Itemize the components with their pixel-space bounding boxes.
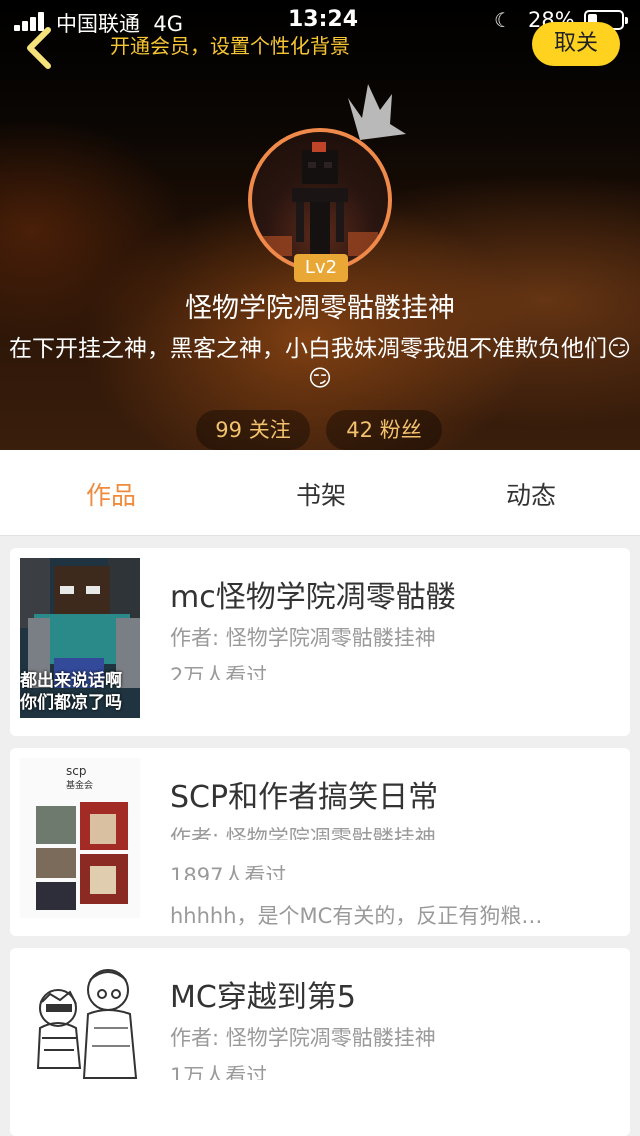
do-not-disturb-icon: ☾ [494,8,512,32]
bio: 在下开挂之神，黑客之神，小白我妹凋零我姐不准欺负他们😏😏 [9,336,631,392]
work-views: 1897人看过 [170,864,287,880]
work-title: SCP和作者搞笑日常 [170,780,439,815]
work-card[interactable]: MC穿越到第5 作者: 怪物学院凋零骷髅挂神 1万人看过 [10,948,630,1136]
tab-bar: 作品 书架 动态 [0,450,640,536]
crown-icon [348,84,406,140]
cover-caption-line: scp [66,764,87,778]
work-title: MC穿越到第5 [170,980,356,1015]
work-views: 2万人看过 [170,664,268,680]
work-card[interactable]: 都出来说话啊 你们都凉了吗 mc怪物学院凋零骷髅 作者: 怪物学院凋零骷髅挂神 … [10,548,630,736]
status-time: 13:24 [288,7,359,32]
level-badge: Lv2 [294,254,348,282]
tab-bookshelf[interactable]: 书架 [296,476,346,512]
tab-activity[interactable]: 动态 [506,476,556,512]
avatar-image [262,142,378,268]
work-author: 作者: 怪物学院凋零骷髅挂神 [170,826,436,840]
work-author: 作者: 怪物学院凋零骷髅挂神 [170,1026,436,1050]
work-card[interactable]: scp 基金会 SCP和作者搞笑日常 作者: 怪物学院凋零骷髅挂神 1897人看… [10,748,630,936]
profile-header: 中国联通 4G 13:24 ☾ 28% 开通会员，设置个性化背景 取关 Lv2 … [0,0,640,450]
followers-count[interactable]: 42 粉丝 [326,410,442,450]
work-cover-image [20,958,140,1118]
vip-banner-link[interactable]: 开通会员，设置个性化背景 [110,30,350,59]
work-cover-image: 都出来说话啊 你们都凉了吗 [20,558,140,718]
work-author: 作者: 怪物学院凋零骷髅挂神 [170,626,436,650]
avatar[interactable] [248,128,392,272]
cover-caption-line: 你们都凉了吗 [20,693,122,713]
work-title: mc怪物学院凋零骷髅 [170,580,456,615]
username: 怪物学院凋零骷髅挂神 [185,293,455,324]
cover-caption-line: 基金会 [66,781,94,791]
unfollow-button[interactable]: 取关 [532,22,620,66]
work-cover-image: scp 基金会 [20,758,140,918]
following-count[interactable]: 99 关注 [196,410,310,450]
tab-works[interactable]: 作品 [86,476,136,512]
cover-caption-line: 都出来说话啊 [20,671,122,691]
chevron-left-icon[interactable] [20,24,60,72]
work-views: 1万人看过 [170,1064,268,1080]
work-description: hhhhh，是个MC有关的，反正有狗粮… [170,904,543,928]
